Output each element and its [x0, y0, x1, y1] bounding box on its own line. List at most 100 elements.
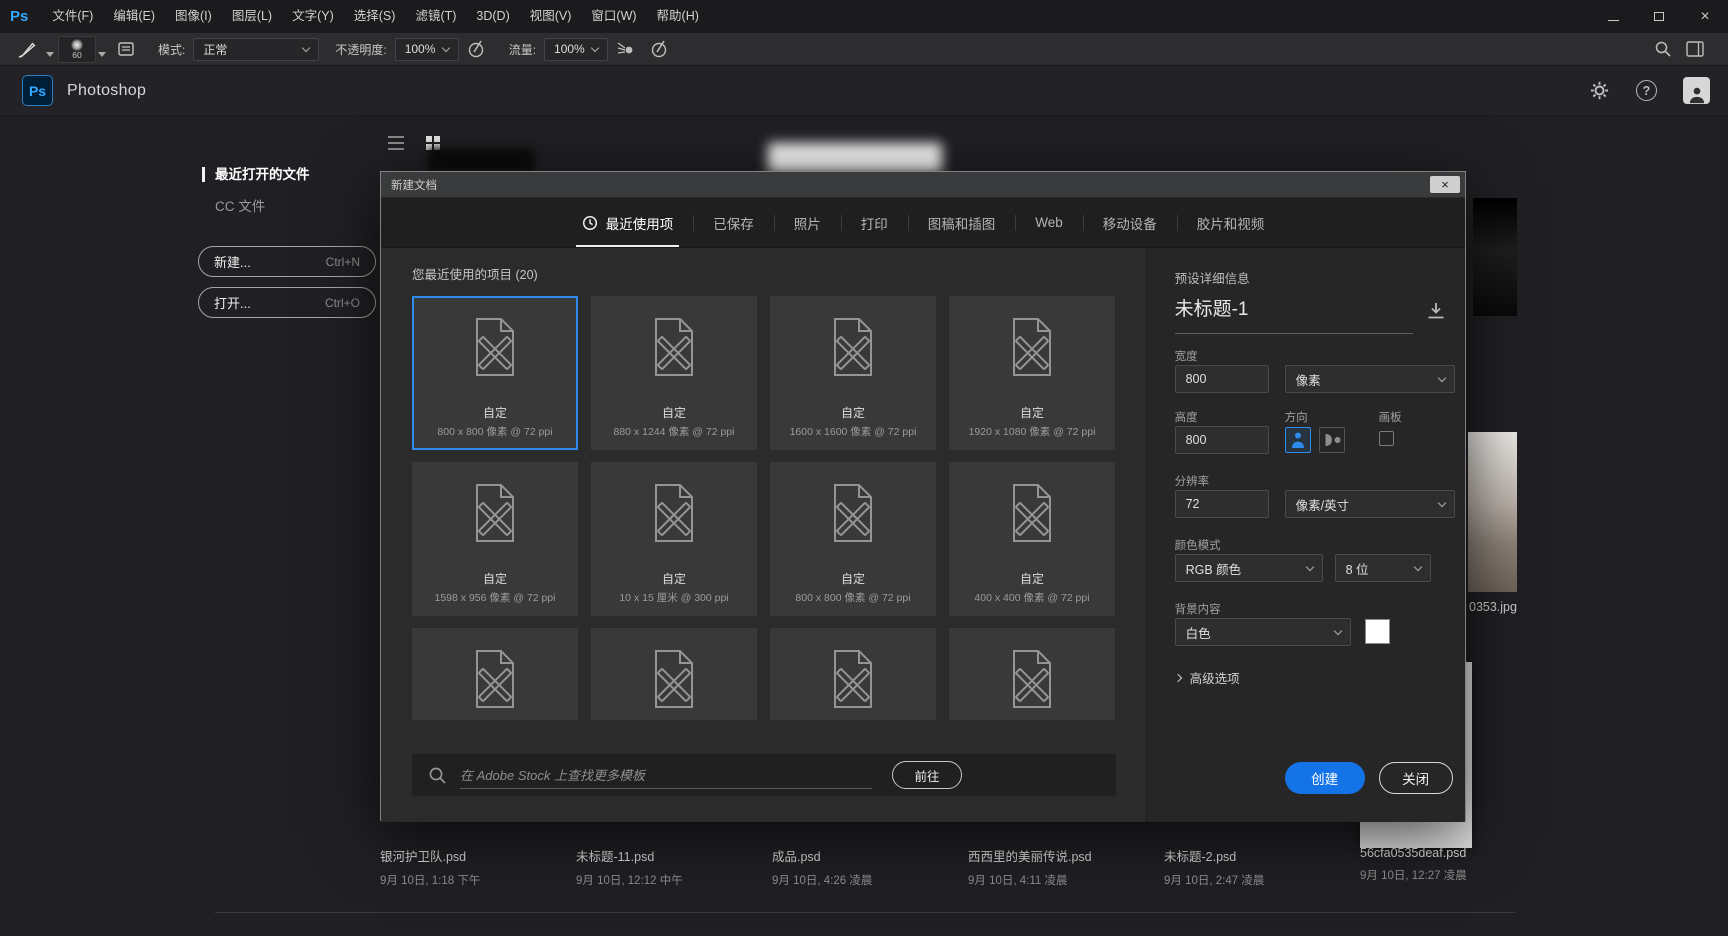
blurred-thumbnail	[428, 148, 534, 172]
template-card[interactable]	[591, 628, 757, 720]
help-icon[interactable]: ?	[1636, 80, 1657, 101]
brush-preset-picker[interactable]: 60	[58, 35, 96, 63]
template-document-icon	[996, 476, 1068, 555]
orientation-landscape-button[interactable]	[1318, 427, 1345, 453]
brush-tool-icon[interactable]	[17, 39, 37, 59]
menu-item[interactable]: 帮助(H)	[647, 0, 709, 33]
template-card[interactable]: 自定 1920 x 1080 像素 @ 72 ppi	[949, 296, 1115, 450]
dialog-dismiss-button[interactable]: 关闭	[1378, 762, 1453, 794]
menu-item[interactable]: 文字(Y)	[282, 0, 344, 33]
maximize-button[interactable]	[1636, 0, 1682, 33]
template-card[interactable]	[770, 628, 936, 720]
template-card[interactable]	[949, 628, 1115, 720]
airbrush-icon[interactable]	[615, 39, 635, 59]
brush-preset-caret[interactable]	[98, 51, 106, 57]
user-avatar[interactable]	[1683, 77, 1710, 104]
dialog-tab[interactable]: 图稿和插图	[907, 198, 1016, 247]
dialog-titlebar[interactable]: 新建文档 ×	[381, 172, 1465, 198]
sidebar-item[interactable]: CC 文件	[215, 198, 310, 216]
recent-file-item[interactable]: 未标题-11.psd 9月 10日, 12:12 中午	[576, 846, 756, 888]
dialog-tab[interactable]: 胶片和视频	[1176, 198, 1285, 247]
brush-settings-panel-icon[interactable]	[117, 40, 135, 58]
bit-depth-select[interactable]: 8 位	[1334, 554, 1431, 582]
recent-file-name: 银河护卫队.psd	[380, 850, 467, 864]
recent-file-item[interactable]: 56cfa0535deaf.psd 9月 10日, 12:27 凌晨	[1360, 846, 1540, 888]
template-card[interactable]: 自定 400 x 400 像素 @ 72 ppi	[949, 462, 1115, 616]
minimize-button[interactable]	[1590, 0, 1636, 33]
recent-file-item[interactable]: 西西里的美丽传说.psd 9月 10日, 4:11 凌晨	[968, 846, 1148, 888]
sidebar-item[interactable]: 最近打开的文件	[202, 166, 310, 184]
width-unit-select[interactable]: 像素	[1284, 365, 1455, 393]
workspace-switcher-icon[interactable]	[1686, 41, 1704, 57]
templates-viewport: 自定 800 x 800 像素 @ 72 ppi 自定 880 x 1244 像…	[412, 296, 1116, 720]
menu-item[interactable]: 选择(S)	[344, 0, 406, 33]
orientation-portrait-button[interactable]	[1284, 427, 1311, 453]
advanced-options-toggle[interactable]: 高级选项	[1173, 668, 1240, 687]
menu-item[interactable]: 图像(I)	[165, 0, 222, 33]
dialog-close-button[interactable]: ×	[1430, 176, 1460, 193]
width-input[interactable]	[1174, 365, 1269, 393]
flow-select[interactable]: 100%	[544, 37, 609, 61]
flow-label: 流量:	[508, 42, 537, 57]
bit-depth-value: 8 位	[1345, 562, 1369, 577]
sidebar-action-button[interactable]: 新建... Ctrl+N	[198, 246, 376, 277]
background-select[interactable]: 白色	[1174, 618, 1351, 646]
recent-file-item[interactable]: 未标题-2.psd 9月 10日, 2:47 凌晨	[1164, 846, 1344, 888]
template-card[interactable]: 自定 1600 x 1600 像素 @ 72 ppi	[770, 296, 936, 450]
close-button[interactable]: ×	[1682, 0, 1728, 33]
blend-mode-select[interactable]: 正常	[193, 37, 320, 61]
resolution-unit-select[interactable]: 像素/英寸	[1284, 490, 1455, 518]
resolution-input[interactable]	[1174, 490, 1269, 518]
dialog-tab[interactable]: 已保存	[693, 198, 774, 247]
template-card[interactable]: 自定 800 x 800 像素 @ 72 ppi	[412, 296, 578, 450]
menu-item[interactable]: 编辑(E)	[103, 0, 165, 33]
artboard-checkbox[interactable]	[1378, 431, 1394, 446]
pressure-size-icon[interactable]	[649, 39, 669, 59]
create-button[interactable]: 创建	[1284, 762, 1365, 794]
go-button[interactable]: 前往	[892, 761, 962, 789]
document-name-field[interactable]: 未标题-1	[1174, 294, 1413, 334]
menu-item[interactable]: 文件(F)	[42, 0, 103, 33]
search-icon[interactable]	[1654, 40, 1672, 58]
recent-file-name: 成品.psd	[772, 850, 821, 864]
template-card[interactable]: 自定 10 x 15 厘米 @ 300 ppi	[591, 462, 757, 616]
dialog-tab[interactable]: 最近使用项	[562, 198, 694, 247]
blurred-thumbnail	[768, 143, 942, 173]
dialog-tab[interactable]: 打印	[840, 198, 908, 247]
recent-file-thumbnail[interactable]	[1473, 198, 1517, 316]
dialog-tab[interactable]: Web	[1015, 198, 1083, 247]
tool-dropdown-caret[interactable]	[46, 51, 54, 57]
template-document-icon	[817, 642, 889, 720]
sidebar-action-button[interactable]: 打开... Ctrl+O	[198, 287, 376, 318]
recent-file-thumbnail[interactable]	[1468, 432, 1517, 592]
adobe-stock-search[interactable]: 在 Adobe Stock 上查找更多模板 前往	[412, 754, 1116, 796]
template-card[interactable]: 自定 800 x 800 像素 @ 72 ppi	[770, 462, 936, 616]
recent-file-date: 9月 10日, 1:18 下午	[380, 875, 481, 887]
orientation-label: 方向	[1284, 412, 1308, 424]
template-card[interactable]: 自定 1598 x 956 像素 @ 72 ppi	[412, 462, 578, 616]
recent-file-name: 西西里的美丽传说.psd	[968, 850, 1092, 864]
recent-file-item[interactable]: 成品.psd 9月 10日, 4:26 凌晨	[772, 846, 952, 888]
dialog-tab[interactable]: 照片	[773, 198, 841, 247]
background-label: 背景内容	[1174, 604, 1221, 616]
maximize-icon	[1654, 12, 1664, 21]
recent-file-item[interactable]: 银河护卫队.psd 9月 10日, 1:18 下午	[380, 846, 560, 888]
menu-item[interactable]: 窗口(W)	[581, 0, 646, 33]
stock-search-field[interactable]: 在 Adobe Stock 上查找更多模板	[460, 762, 872, 789]
template-card[interactable]	[412, 628, 578, 720]
height-input[interactable]	[1174, 426, 1269, 454]
pressure-opacity-icon[interactable]	[466, 39, 486, 59]
menu-item[interactable]: 图层(L)	[222, 0, 282, 33]
menu-item[interactable]: 滤镜(T)	[405, 0, 466, 33]
template-card[interactable]: 自定 880 x 1244 像素 @ 72 ppi	[591, 296, 757, 450]
app-title: Photoshop	[67, 81, 147, 99]
dialog-tab[interactable]: 移动设备	[1082, 198, 1177, 247]
list-view-icon[interactable]	[388, 136, 404, 150]
menu-item[interactable]: 视图(V)	[520, 0, 582, 33]
menu-item[interactable]: 3D(D)	[466, 0, 519, 33]
settings-gear-icon[interactable]	[1589, 80, 1610, 101]
background-color-swatch[interactable]	[1364, 619, 1390, 644]
color-mode-select[interactable]: RGB 颜色	[1174, 554, 1323, 582]
save-preset-icon[interactable]	[1425, 300, 1447, 322]
opacity-select[interactable]: 100%	[394, 37, 459, 61]
